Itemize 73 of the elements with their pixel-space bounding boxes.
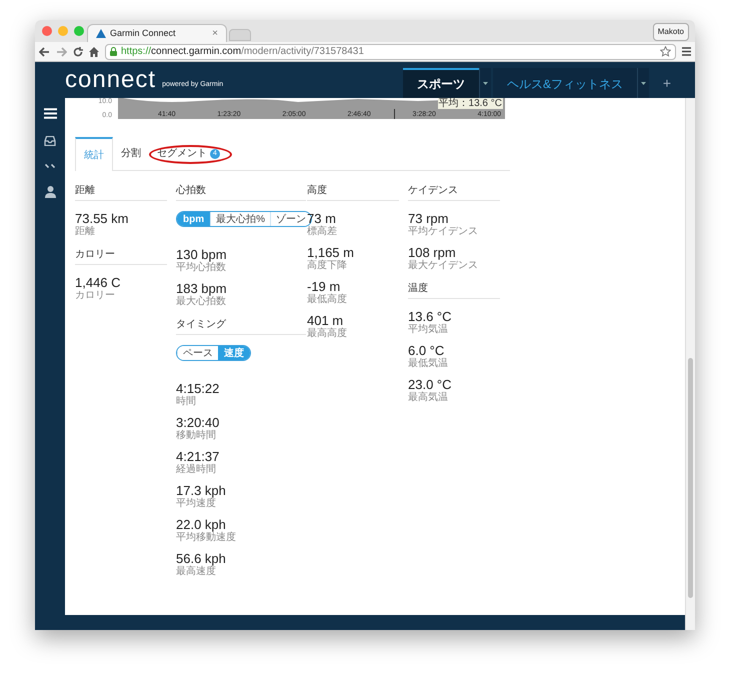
stat-value: 23.0 °C <box>408 377 453 392</box>
profile-button[interactable]: Makoto <box>652 23 689 41</box>
stat-label: 最大心拍数 <box>176 296 227 307</box>
close-window-button[interactable] <box>42 26 52 36</box>
stat-label: 最高高度 <box>307 328 348 339</box>
stat-label: 最高速度 <box>176 566 216 577</box>
inbox-icon[interactable] <box>44 136 56 146</box>
stat-value: 1,165 m <box>307 245 355 260</box>
url-text: https://connect.garmin.com/modern/activity/731578431 <box>121 45 365 59</box>
stat-label: 平均速度 <box>176 498 216 509</box>
stat-value: 56.6 kph <box>176 551 227 566</box>
lock-icon <box>110 47 117 56</box>
stat-value: 73 rpm <box>408 211 450 226</box>
stat-label: 標高差 <box>307 226 338 237</box>
stat-label: 距離 <box>75 226 96 237</box>
section-heading: ケイデンス <box>408 185 500 201</box>
dropdown-button[interactable] <box>637 68 649 98</box>
stat-value: 3:20:40 <box>176 415 220 430</box>
back-icon[interactable] <box>39 46 50 56</box>
scrollbar-thumb[interactable] <box>688 358 693 598</box>
stat-value: 22.0 kph <box>176 517 226 532</box>
stat-value: 183 bpm <box>176 281 228 296</box>
section-heading: 高度 <box>307 185 399 201</box>
stat-value: 1,446 C <box>75 275 122 290</box>
stat-label: 平均心拍数 <box>176 262 227 273</box>
stat-label: 高度下降 <box>307 260 348 271</box>
dropdown-button[interactable] <box>478 68 491 98</box>
stat-value: 4:15:22 <box>176 381 220 396</box>
stat-value: 108 rpm <box>408 245 457 260</box>
logo[interactable]: connect <box>65 68 156 92</box>
stat-label: 平均気温 <box>408 324 449 335</box>
stat-label: カロリー <box>75 290 116 301</box>
stat-label: 平均ケイデンス <box>408 226 479 237</box>
stat-value: 13.6 °C <box>408 309 453 324</box>
stat-label: 時間 <box>176 396 197 407</box>
caret-icon <box>482 82 488 84</box>
stat-label: 平均移動速度 <box>176 532 237 543</box>
stat-label: 経過時間 <box>176 464 217 475</box>
section-heading: 心拍数 <box>176 185 306 201</box>
caret-icon <box>641 82 646 84</box>
browser-tab[interactable]: Garmin Connect × <box>87 24 227 42</box>
stat-value: 401 m <box>307 313 344 328</box>
section-heading: カロリー <box>75 249 167 265</box>
chart-tooltip: 平均：13.6 °C <box>438 98 503 109</box>
stat-value: 4:21:37 <box>176 449 220 464</box>
home-icon[interactable] <box>89 46 99 56</box>
tab-title: Garmin Connect <box>110 26 177 40</box>
star-icon[interactable] <box>660 46 671 57</box>
menu-icon[interactable] <box>682 47 691 56</box>
stat-label: 移動時間 <box>176 430 217 441</box>
add-button[interactable]: + <box>649 68 685 98</box>
nav-tab[interactable]: ヘルス&フィットネス <box>492 68 637 98</box>
tab[interactable]: 分割 <box>113 137 149 170</box>
section-heading: 温度 <box>408 283 500 299</box>
stat-label: 最低気温 <box>408 358 449 369</box>
stat-value: -19 m <box>307 279 340 294</box>
nav-tab[interactable]: スポーツ <box>402 68 479 98</box>
stat-value: 73.55 km <box>75 211 130 226</box>
stat-label: 最高気温 <box>408 392 449 403</box>
section-heading: タイミング <box>176 319 306 335</box>
triangle-logo-icon <box>96 29 106 38</box>
stat-value: 130 bpm <box>176 247 228 262</box>
link-icon[interactable] <box>45 163 55 169</box>
section-heading: 距離 <box>75 185 167 201</box>
address-field[interactable]: https://connect.garmin.com/modern/activity/731578431 <box>105 44 676 60</box>
stat-value: 17.3 kph <box>176 483 227 498</box>
stat-label: 最低高度 <box>307 294 348 305</box>
reload-icon[interactable] <box>73 46 83 56</box>
stat-value: 6.0 °C <box>408 343 446 358</box>
tab-close-button[interactable]: × <box>212 26 218 41</box>
person-icon[interactable] <box>44 186 56 198</box>
cursor-line <box>394 109 395 119</box>
stat-label: 最大ケイデンス <box>408 260 479 271</box>
